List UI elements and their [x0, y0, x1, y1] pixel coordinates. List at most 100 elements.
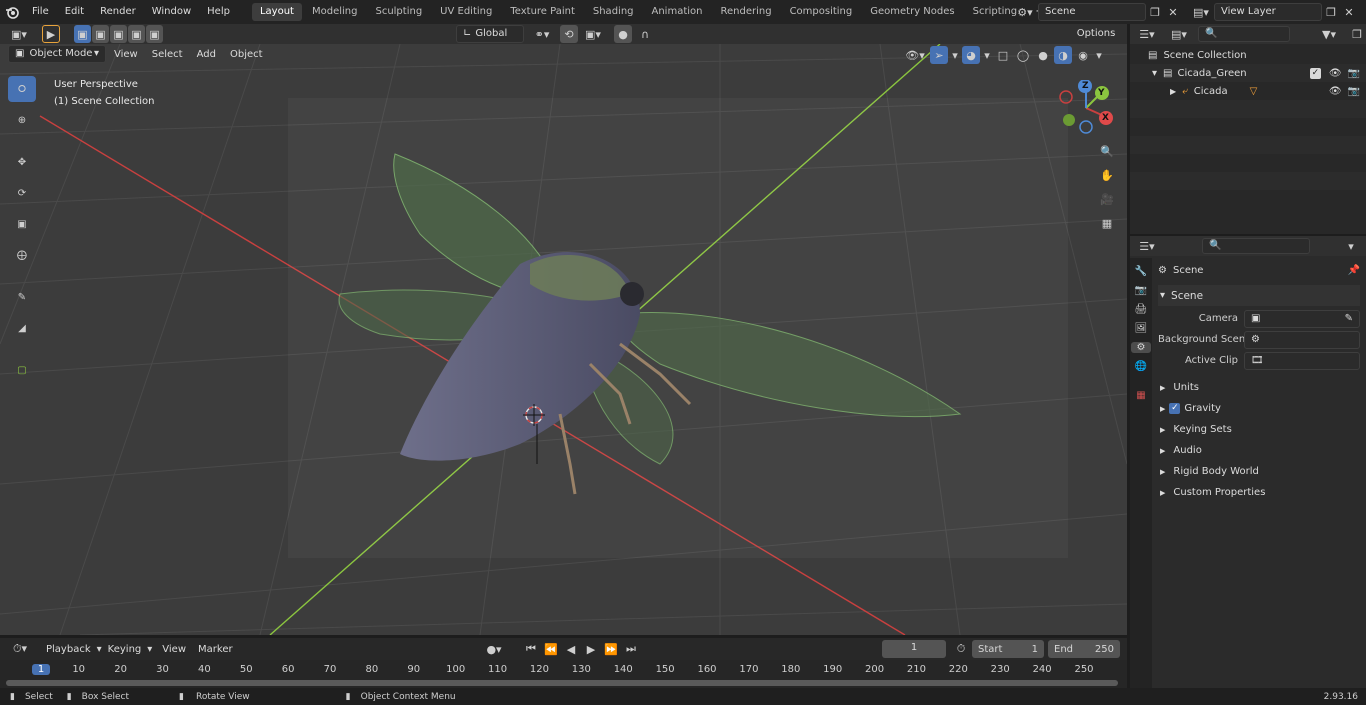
- scene-panel-header[interactable]: ▾ Scene: [1158, 285, 1360, 306]
- start-frame-field[interactable]: Start 1: [972, 640, 1044, 658]
- pivot-icon[interactable]: ⚭▾: [528, 25, 556, 43]
- preview-range-icon[interactable]: ⏱: [952, 640, 970, 658]
- properties-options-icon[interactable]: ▾: [1342, 237, 1360, 255]
- output-tab-icon[interactable]: 🖨: [1135, 304, 1148, 315]
- menu-file[interactable]: File: [24, 0, 57, 24]
- new-scene-icon[interactable]: ❐: [1146, 3, 1164, 21]
- select-mode-icon[interactable]: ▶: [42, 25, 60, 43]
- timeline-menu-view[interactable]: View: [156, 644, 192, 655]
- tool-move[interactable]: ✥: [8, 149, 36, 175]
- end-frame-field[interactable]: End 250: [1048, 640, 1120, 658]
- tool-cursor[interactable]: ⊕: [8, 107, 36, 133]
- navigation-gizmo[interactable]: X Y Z: [1056, 79, 1116, 136]
- tool-tab-icon[interactable]: 🔧: [1135, 266, 1147, 277]
- zoom-icon[interactable]: 🔍: [1098, 142, 1116, 160]
- viewport-menu-select[interactable]: Select: [146, 49, 189, 60]
- overlays-icon[interactable]: ◕: [962, 46, 980, 64]
- tab-animation[interactable]: Animation: [644, 3, 711, 21]
- shading-wireframe-icon[interactable]: ◯: [1014, 46, 1032, 64]
- view-layer-icon[interactable]: ▤▾: [1188, 3, 1214, 21]
- new-view-layer-icon[interactable]: ❐: [1322, 3, 1340, 21]
- eye-icon[interactable]: 👁: [1329, 68, 1342, 79]
- units-panel[interactable]: ▶ Units: [1158, 377, 1360, 398]
- custom-properties-panel[interactable]: ▶ Custom Properties: [1158, 482, 1360, 503]
- falloff-icon[interactable]: ∩: [636, 25, 654, 43]
- options-dropdown[interactable]: Options: [1068, 25, 1124, 43]
- properties-search-input[interactable]: 🔍: [1202, 238, 1310, 254]
- tool-rotate[interactable]: ⟳: [8, 180, 36, 206]
- scene-icon[interactable]: ⚙▾: [1012, 3, 1038, 21]
- snap-target-icon[interactable]: ▣▾: [582, 25, 604, 43]
- select-new-icon[interactable]: ▣: [74, 25, 91, 43]
- tab-rendering[interactable]: Rendering: [712, 3, 779, 21]
- tab-geometry-nodes[interactable]: Geometry Nodes: [862, 3, 962, 21]
- camera-field[interactable]: ▣ ✎: [1244, 309, 1360, 328]
- prev-keyframe-icon[interactable]: ⏪: [542, 640, 560, 658]
- play-icon[interactable]: ▶: [582, 640, 600, 658]
- tab-sculpting[interactable]: Sculpting: [367, 3, 430, 21]
- play-reverse-icon[interactable]: ◀: [562, 640, 580, 658]
- tab-texture-paint[interactable]: Texture Paint: [502, 3, 583, 21]
- viewport-menu-object[interactable]: Object: [224, 49, 269, 60]
- outliner-row-collection[interactable]: ▾ ▤ Cicada_Green ✓ 👁 📷: [1130, 64, 1366, 82]
- select-invert-icon[interactable]: ▣: [128, 25, 145, 43]
- timeline-menu-playback[interactable]: Playback: [40, 644, 97, 655]
- eyedropper-icon[interactable]: ✎: [1345, 311, 1353, 327]
- scene-tab-icon[interactable]: ⚙: [1131, 342, 1151, 353]
- tool-measure[interactable]: ◢: [8, 315, 36, 341]
- shading-dropdown-icon[interactable]: ▾: [1094, 46, 1104, 64]
- snap-icon[interactable]: ⟲: [560, 25, 578, 43]
- orientation-dropdown[interactable]: ∟ Global: [456, 25, 524, 43]
- next-keyframe-icon[interactable]: ⏩: [602, 640, 620, 658]
- tab-shading[interactable]: Shading: [585, 3, 642, 21]
- filter-icon[interactable]: ▼▾: [1316, 25, 1342, 43]
- expand-arrow-icon[interactable]: ▶: [1170, 87, 1176, 96]
- timeline-menu-marker[interactable]: Marker: [192, 644, 239, 655]
- tool-select-box[interactable]: ⭘: [8, 76, 36, 102]
- select-extend-icon[interactable]: ▣: [92, 25, 109, 43]
- tool-scale[interactable]: ▣: [8, 211, 36, 237]
- view-layer-field[interactable]: View Layer: [1214, 3, 1322, 21]
- menu-window[interactable]: Window: [144, 0, 199, 24]
- gizmos-icon[interactable]: ➢: [930, 46, 948, 64]
- view-layer-tab-icon[interactable]: 🖼: [1135, 323, 1148, 334]
- outliner-search-input[interactable]: 🔍: [1198, 26, 1290, 42]
- viewport-menu-view[interactable]: View: [108, 49, 144, 60]
- exclude-checkbox[interactable]: ✓: [1309, 67, 1321, 79]
- visibility-icon[interactable]: 👁▾: [902, 46, 928, 64]
- new-collection-icon[interactable]: ❐: [1348, 25, 1366, 43]
- camera-render-icon[interactable]: 📷: [1348, 68, 1360, 79]
- gravity-checkbox[interactable]: ✓: [1169, 403, 1181, 414]
- tab-layout[interactable]: Layout: [251, 3, 302, 21]
- menu-render[interactable]: Render: [92, 0, 144, 24]
- current-frame-field[interactable]: 1: [882, 640, 946, 658]
- camera-render-icon[interactable]: 📷: [1348, 86, 1360, 97]
- jump-start-icon[interactable]: ⏮: [522, 640, 540, 658]
- menu-edit[interactable]: Edit: [57, 0, 92, 24]
- eye-icon[interactable]: 👁: [1329, 86, 1342, 97]
- select-intersect-icon[interactable]: ▣: [146, 25, 163, 43]
- record-icon[interactable]: ●▾: [480, 640, 508, 658]
- camera-view-icon[interactable]: 🎥: [1098, 190, 1116, 208]
- blender-logo-icon[interactable]: [0, 5, 24, 19]
- tab-uv-editing[interactable]: UV Editing: [432, 3, 500, 21]
- object-mode-dropdown[interactable]: ▣ Object Mode ▾: [8, 45, 106, 63]
- delete-view-layer-icon[interactable]: ✕: [1340, 3, 1358, 21]
- proportional-edit-icon[interactable]: ●: [614, 25, 632, 43]
- timeline-menu-keying[interactable]: Keying: [102, 644, 148, 655]
- tool-transform[interactable]: ⨁: [8, 242, 36, 268]
- xray-icon[interactable]: □: [994, 46, 1012, 64]
- timeline-scrollbar[interactable]: [6, 680, 1118, 686]
- tool-add-cube[interactable]: ▢: [8, 357, 36, 383]
- shading-solid-icon[interactable]: ●: [1034, 46, 1052, 64]
- properties-editor-type-icon[interactable]: ☰▾: [1134, 237, 1160, 255]
- background-scene-field[interactable]: ⚙: [1244, 330, 1360, 349]
- 3d-viewport[interactable]: User Perspective (1) Scene Collection ⭘ …: [0, 44, 1127, 635]
- display-mode-icon[interactable]: ▤▾: [1166, 25, 1192, 43]
- tab-compositing[interactable]: Compositing: [782, 3, 861, 21]
- texture-tab-icon[interactable]: ▦: [1136, 390, 1145, 401]
- overlays-dropdown-icon[interactable]: ▾: [982, 46, 992, 64]
- gravity-panel[interactable]: ▶ ✓ Gravity: [1158, 398, 1360, 419]
- audio-panel[interactable]: ▶ Audio: [1158, 440, 1360, 461]
- render-tab-icon[interactable]: 📷: [1135, 285, 1147, 296]
